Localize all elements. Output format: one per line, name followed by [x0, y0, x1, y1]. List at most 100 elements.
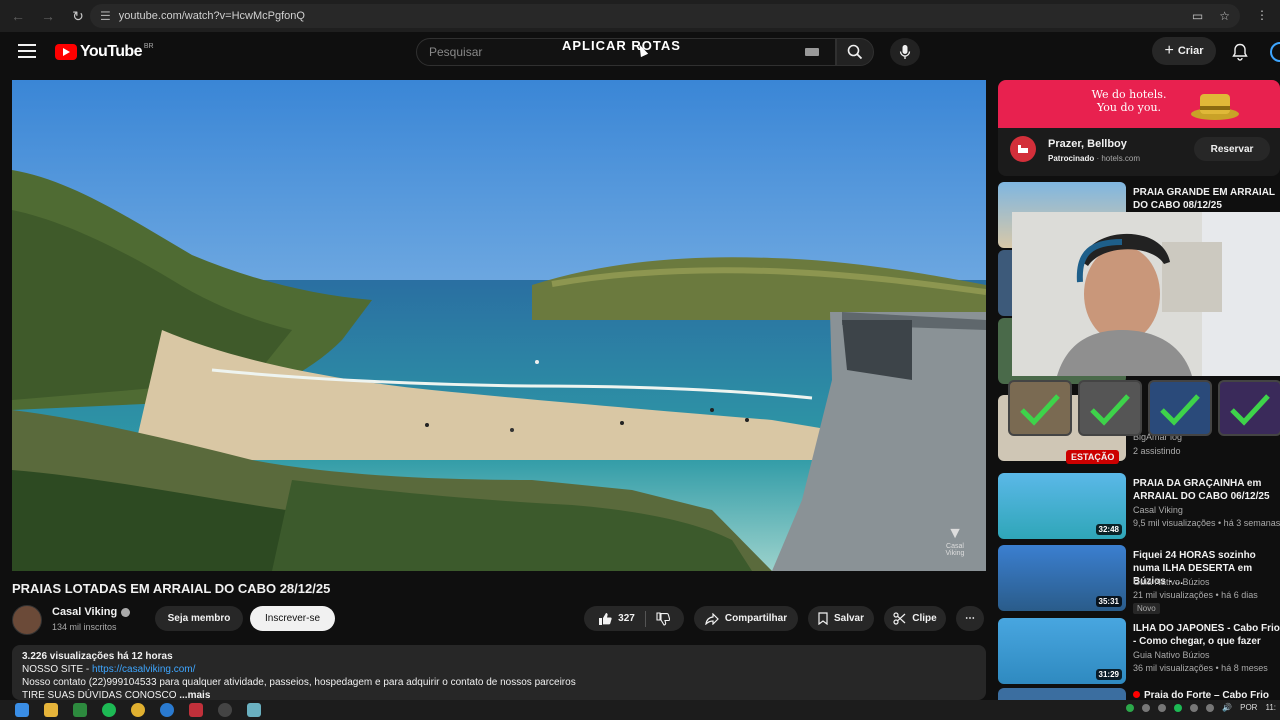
more-actions-icon[interactable]: ⋯: [956, 606, 984, 631]
search-button[interactable]: [836, 38, 874, 66]
notifications-bell-icon[interactable]: [1232, 43, 1248, 61]
browser-menu-icon[interactable]: ⋮: [1256, 8, 1268, 22]
recommended-title[interactable]: ILHA DO JAPONES - Cabo Frio - Como chega…: [1133, 622, 1280, 648]
recommended-title[interactable]: PRAIA DA GRAÇAINHA em ARRAIAL DO CABO 06…: [1133, 477, 1280, 503]
recommended-channel[interactable]: Guia Nativo Búzios: [1133, 650, 1210, 660]
join-button[interactable]: Seja membro: [155, 606, 243, 631]
clip-button[interactable]: Clipe: [884, 606, 946, 631]
recommended-title[interactable]: PRAIA GRANDE EM ARRAIAL DO CABO 08/12/25: [1133, 186, 1280, 212]
recommended-channel[interactable]: Guia Nativo Búzios: [1133, 577, 1210, 587]
watermark-text: Casal Viking: [945, 543, 965, 557]
reward-chip[interactable]: [1218, 380, 1280, 436]
like-count: 327: [618, 613, 635, 624]
like-button[interactable]: 327: [598, 612, 635, 626]
ad-slogan: We do hotels. You do you.: [1091, 88, 1167, 114]
subscribe-button[interactable]: Inscrever-se: [250, 606, 335, 631]
clock[interactable]: 11:: [1265, 703, 1276, 712]
create-label: Criar: [1177, 45, 1204, 57]
channel-name[interactable]: Casal Viking: [52, 606, 131, 618]
thumbs-down-icon[interactable]: [656, 611, 670, 626]
video-thumbnail[interactable]: [998, 688, 1126, 700]
recommended-meta: 36 mil visualizações • há 8 meses: [1133, 663, 1268, 673]
chrome-icon[interactable]: [131, 703, 145, 717]
youtube-header: YouTube BR Pesquisar APLICAR ROTAS + Cri…: [0, 32, 1280, 72]
reward-chips: [1008, 380, 1280, 438]
menu-icon[interactable]: [18, 44, 36, 58]
check-icon: [1160, 394, 1200, 426]
recommended-video[interactable]: Praia do Forte – Cabo Frio: [998, 688, 1280, 700]
recommended-video[interactable]: 35:31 Fiquei 24 HORAS sozinho numa ILHA …: [998, 545, 1280, 614]
plus-icon: +: [1164, 42, 1174, 59]
reserve-button[interactable]: Reservar: [1194, 137, 1270, 161]
bookmark-icon: [818, 612, 828, 625]
recommended-video[interactable]: 32:48 PRAIA DA GRAÇAINHA em ARRAIAL DO C…: [998, 473, 1280, 539]
app-icon[interactable]: [189, 703, 203, 717]
site-link[interactable]: https://casalviking.com/: [92, 664, 195, 675]
create-button[interactable]: + Criar: [1152, 37, 1216, 65]
voice-search-button[interactable]: [890, 38, 920, 66]
address-bar[interactable]: ☰ youtube.com/watch?v=HcwMcPgfonQ ▭ ☆: [90, 4, 1240, 28]
file-explorer-icon[interactable]: [44, 703, 58, 717]
share-button[interactable]: Compartilhar: [694, 606, 798, 631]
recommended-video[interactable]: 31:29 ILHA DO JAPONES - Cabo Frio - Como…: [998, 618, 1280, 684]
recommended-channel[interactable]: Casal Viking: [1133, 505, 1183, 515]
recommended-title-text: Praia do Forte – Cabo Frio: [1144, 690, 1270, 700]
reward-chip[interactable]: [1148, 380, 1212, 436]
tray-icon[interactable]: [1190, 703, 1199, 712]
volume-icon[interactable]: 🔊: [1222, 703, 1232, 712]
tray-icon[interactable]: [1174, 703, 1183, 712]
live-watching-count: 2 assistindo: [1133, 446, 1181, 456]
back-icon[interactable]: ←: [6, 4, 30, 28]
like-separator: [644, 610, 646, 627]
sponsored-label: Patrocinado: [1048, 154, 1095, 163]
clip-label: Clipe: [912, 613, 937, 624]
ad-sponsor-line: Patrocinado · hotels.com: [1048, 154, 1141, 163]
forward-icon[interactable]: →: [36, 4, 60, 28]
sidebar-ad[interactable]: We do hotels. You do you. Prazer, Bellbo…: [998, 80, 1280, 176]
channel-watermark: ▼ Casal Viking: [938, 525, 972, 557]
tray-icon[interactable]: [1206, 703, 1215, 712]
search-placeholder: Pesquisar: [429, 45, 483, 59]
video-thumbnail[interactable]: 31:29: [998, 618, 1126, 684]
description-box[interactable]: 3.226 visualizações há 12 horas NOSSO SI…: [12, 645, 986, 700]
ad-banner[interactable]: We do hotels. You do you.: [998, 80, 1280, 128]
app-icon[interactable]: [247, 703, 261, 717]
reload-icon[interactable]: ↻: [66, 4, 90, 28]
tray-icon[interactable]: [1126, 703, 1135, 712]
new-badge: Novo: [1133, 603, 1160, 614]
scissors-icon: [893, 612, 906, 625]
search-icon: [847, 44, 863, 60]
logo-text: YouTube: [80, 43, 142, 60]
video-duration: 32:48: [1095, 524, 1122, 535]
spotify-icon[interactable]: [102, 703, 116, 717]
show-more-link[interactable]: ...mais: [179, 690, 210, 700]
app-icon[interactable]: [218, 703, 232, 717]
reward-chip[interactable]: [1078, 380, 1142, 436]
tray-icon[interactable]: [1158, 703, 1167, 712]
bookmark-star-icon[interactable]: ☆: [1219, 9, 1230, 23]
video-thumbnail[interactable]: 35:31: [998, 545, 1126, 611]
reward-chip[interactable]: [1008, 380, 1072, 436]
input-language[interactable]: POR: [1240, 703, 1257, 712]
recommended-title[interactable]: Praia do Forte – Cabo Frio: [1133, 689, 1280, 700]
save-button[interactable]: Salvar: [808, 606, 874, 631]
windows-start-icon[interactable]: [15, 703, 29, 717]
windows-taskbar: 🔊 POR 11:: [0, 700, 1280, 720]
browser-icon[interactable]: [160, 703, 174, 717]
tray-icon[interactable]: [1142, 703, 1151, 712]
install-app-icon[interactable]: ▭: [1192, 9, 1203, 23]
ad-title: Prazer, Bellboy: [1048, 138, 1127, 150]
account-avatar[interactable]: [1270, 42, 1280, 62]
channel-avatar[interactable]: [12, 605, 42, 635]
video-thumbnail[interactable]: 32:48: [998, 473, 1126, 539]
video-title: PRAIAS LOTADAS EM ARRAIAL DO CABO 28/12/…: [12, 581, 331, 596]
check-icon: [1230, 394, 1270, 426]
recommended-meta: 21 mil visualizações • há 6 dias: [1133, 590, 1258, 600]
keyboard-icon[interactable]: [805, 48, 819, 56]
youtube-logo[interactable]: YouTube BR: [55, 43, 154, 61]
like-dislike-group: 327: [584, 606, 684, 631]
app-icon[interactable]: [73, 703, 87, 717]
hotels-logo[interactable]: [1010, 136, 1036, 162]
site-info-icon[interactable]: ☰: [100, 9, 111, 23]
video-player[interactable]: ▼ Casal Viking: [12, 80, 986, 571]
